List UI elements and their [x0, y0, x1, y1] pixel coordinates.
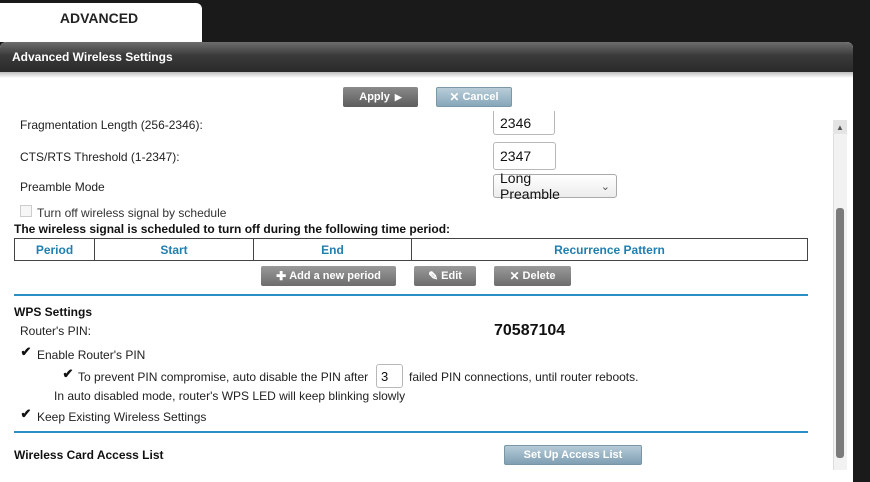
delete-button[interactable]: ✕ Delete [494, 266, 571, 286]
chevron-down-icon: ⌄ [600, 180, 610, 193]
play-arrow-icon: ▶ [394, 91, 402, 102]
schedule-heading: The wireless signal is scheduled to turn… [14, 222, 451, 236]
column-header-period: Period [14, 238, 95, 261]
panel-title: Advanced Wireless Settings [0, 42, 853, 72]
section-divider [14, 431, 808, 433]
plus-icon: ✚ [276, 269, 287, 283]
edit-label: Edit [441, 270, 462, 282]
wps-led-note: In auto disabled mode, router's WPS LED … [54, 389, 406, 403]
keep-settings-label: Keep Existing Wireless Settings [37, 410, 207, 424]
wps-heading: WPS Settings [14, 305, 93, 319]
edit-button[interactable]: ✎ Edit [414, 266, 476, 286]
enable-pin-label: Enable Router's PIN [37, 348, 146, 362]
preamble-label: Preamble Mode [20, 180, 105, 194]
pencil-icon: ✎ [428, 269, 439, 283]
apply-label: Apply [359, 91, 390, 103]
close-icon: ✕ [449, 90, 460, 104]
tab-bar-background [202, 30, 870, 42]
auto-disable-prefix: To prevent PIN compromise, auto disable … [78, 370, 369, 384]
router-pin-label: Router's PIN: [20, 324, 91, 338]
cancel-label: Cancel [462, 91, 499, 103]
cts-rts-input[interactable]: 2347 [493, 142, 556, 170]
add-period-label: Add a new period [289, 270, 381, 282]
column-header-end: End [253, 238, 412, 261]
schedule-table: Period Start End Recurrence Pattern [14, 238, 808, 261]
add-period-button[interactable]: ✚ Add a new period [261, 266, 396, 286]
keep-settings-checkbox[interactable]: ✔ [20, 407, 32, 421]
access-list-heading: Wireless Card Access List [14, 448, 164, 462]
cts-rts-label: CTS/RTS Threshold (1-2347): [20, 150, 180, 164]
column-header-recurrence: Recurrence Pattern [411, 238, 808, 261]
panel-header-shadow [0, 72, 853, 78]
auto-disable-checkbox[interactable]: ✔ [62, 367, 74, 381]
setup-access-list-button[interactable]: Set Up Access List [504, 445, 642, 465]
scroll-up-icon[interactable]: ▲ [833, 120, 847, 134]
router-pin-value: 70587104 [494, 322, 566, 339]
preamble-select[interactable]: Long Preamble ⌄ [493, 170, 617, 202]
cancel-button[interactable]: ✕ Cancel [436, 87, 512, 107]
fragmentation-input[interactable]: 2346 [493, 111, 555, 135]
column-header-start: Start [94, 238, 254, 261]
schedule-checkbox[interactable] [20, 205, 32, 217]
delete-label: Delete [522, 270, 556, 282]
schedule-checkbox-label: Turn off wireless signal by schedule [37, 206, 227, 220]
scrollbar-thumb[interactable] [836, 208, 844, 458]
auto-disable-count-input[interactable]: 3 [376, 364, 403, 388]
fragmentation-label: Fragmentation Length (256-2346): [20, 118, 203, 132]
preamble-value: Long Preamble [500, 170, 560, 202]
tab-advanced[interactable]: ADVANCED [0, 3, 202, 33]
enable-pin-checkbox[interactable]: ✔ [20, 345, 32, 359]
auto-disable-suffix: failed PIN connections, until router reb… [409, 370, 639, 384]
close-icon: ✕ [509, 269, 520, 283]
apply-button[interactable]: Apply ▶ [343, 87, 418, 107]
section-divider [14, 294, 808, 296]
